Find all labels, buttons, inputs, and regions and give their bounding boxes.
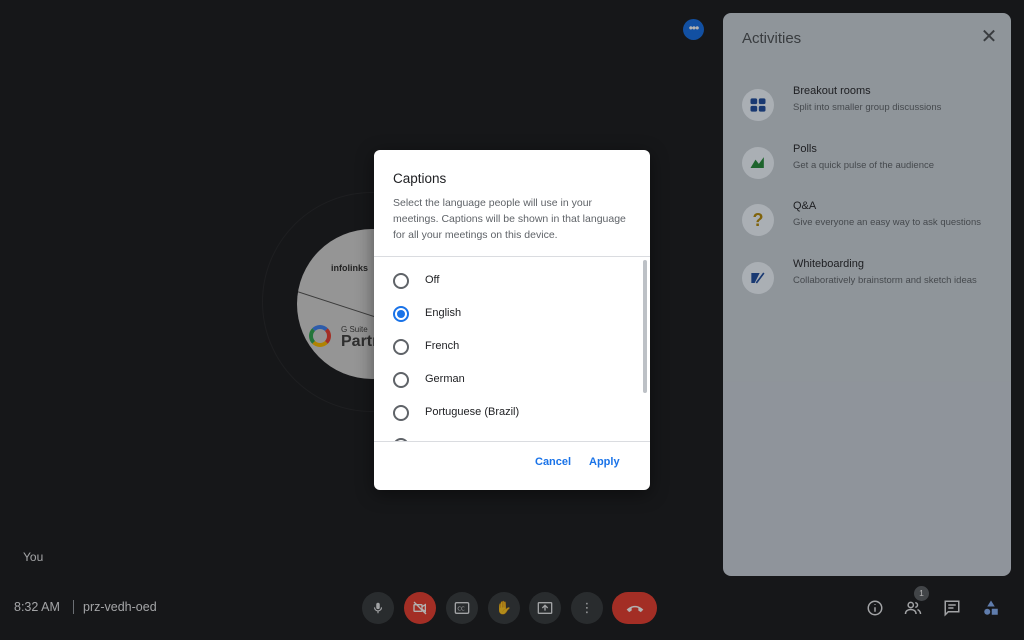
whiteboard-icon — [742, 262, 774, 294]
activity-qa[interactable]: ? Q&A Give everyone an easy way to ask q… — [723, 200, 1011, 248]
language-option-partial[interactable] — [374, 429, 644, 441]
activities-panel: Activities ✕ Breakout rooms Split into s… — [723, 13, 1011, 576]
close-icon[interactable]: ✕ — [979, 27, 999, 47]
activity-desc: Get a quick pulse of the audience — [793, 160, 935, 171]
language-option-english[interactable]: English — [374, 297, 644, 330]
language-option-french[interactable]: French — [374, 330, 644, 363]
activity-desc: Give everyone an easy way to ask questio… — [793, 217, 981, 228]
radio-button[interactable] — [393, 339, 409, 355]
divider — [374, 441, 650, 442]
radio-button[interactable] — [393, 273, 409, 289]
activity-name: Whiteboarding — [793, 258, 864, 270]
activity-name: Polls — [793, 143, 817, 155]
language-option-portuguese-brazil[interactable]: Portuguese (Brazil) — [374, 396, 644, 429]
option-label: German — [425, 373, 465, 385]
option-label: French — [425, 340, 460, 352]
captions-dialog: Captions Select the language people will… — [374, 150, 650, 490]
apply-button[interactable]: Apply — [589, 456, 620, 468]
option-label: Off — [425, 274, 440, 286]
scrollbar[interactable] — [643, 260, 647, 393]
activity-desc: Collaboratively brainstorm and sketch id… — [793, 275, 977, 286]
radio-button[interactable] — [393, 405, 409, 421]
activity-breakout-rooms[interactable]: Breakout rooms Split into smaller group … — [723, 85, 1011, 133]
radio-button-selected[interactable] — [393, 306, 409, 322]
breakout-rooms-icon — [742, 89, 774, 121]
option-label: English — [425, 307, 462, 319]
activities-title: Activities — [742, 30, 802, 47]
qa-icon: ? — [742, 204, 774, 236]
activity-name: Breakout rooms — [793, 85, 871, 97]
cancel-button[interactable]: Cancel — [535, 456, 571, 468]
radio-button[interactable] — [393, 372, 409, 388]
language-option-off[interactable]: Off — [374, 264, 644, 297]
dialog-description: Select the language people will use in y… — [393, 197, 626, 241]
language-options-list[interactable]: Off English French German Portuguese (Br… — [374, 257, 644, 441]
activity-polls[interactable]: Polls Get a quick pulse of the audience — [723, 143, 1011, 191]
polls-icon — [742, 147, 774, 179]
activity-desc: Split into smaller group discussions — [793, 102, 942, 113]
option-label: Portuguese (Brazil) — [425, 406, 520, 418]
dialog-title: Captions — [393, 171, 447, 186]
activity-whiteboarding[interactable]: Whiteboarding Collaboratively brainstorm… — [723, 258, 1011, 306]
language-option-german[interactable]: German — [374, 363, 644, 396]
activity-name: Q&A — [793, 200, 817, 212]
